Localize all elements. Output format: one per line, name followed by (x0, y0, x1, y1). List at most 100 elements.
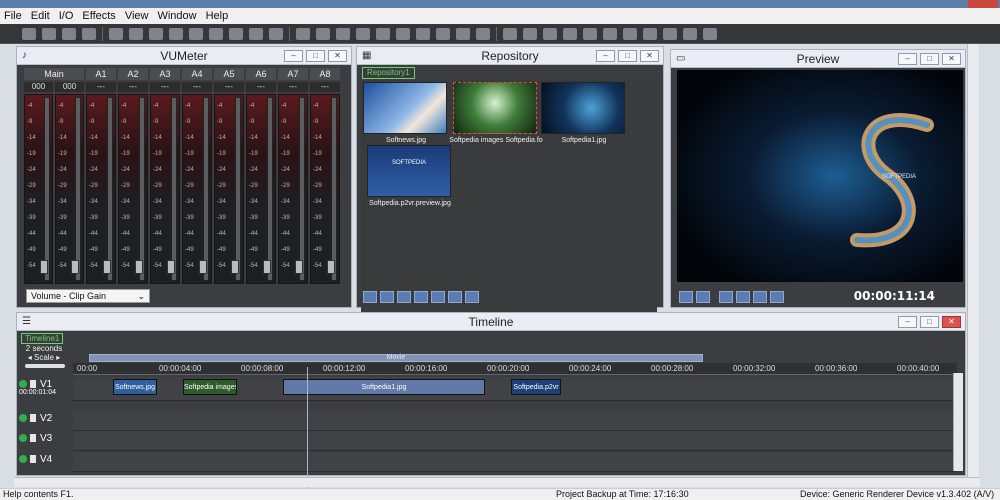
warning-icon[interactable] (683, 27, 697, 40)
record-icon[interactable] (663, 27, 677, 40)
volume-fader[interactable] (295, 97, 305, 281)
grid-icon[interactable] (503, 27, 517, 40)
scale-control[interactable]: ◂ Scale ▸ (21, 353, 67, 363)
transition-icon[interactable] (623, 27, 637, 40)
workspace-vertical-scrollbar[interactable] (967, 44, 979, 478)
import-folder-icon[interactable] (380, 291, 394, 303)
fader-knob[interactable] (263, 260, 271, 274)
volume-fader[interactable] (103, 97, 113, 281)
track-row-v2[interactable] (73, 411, 957, 431)
minimize-button[interactable]: – (898, 316, 917, 328)
fader-knob[interactable] (40, 260, 48, 274)
power-icon[interactable] (19, 455, 27, 464)
mark-out-icon[interactable] (376, 27, 390, 40)
track-row-v1[interactable]: Softnews.jpg Softpedia images Softpedia1… (73, 377, 957, 401)
play-icon[interactable] (414, 291, 428, 303)
volume-fader[interactable] (167, 97, 177, 281)
fx-icon[interactable] (603, 27, 617, 40)
maximize-button[interactable]: □ (920, 53, 939, 65)
trim-icon[interactable] (229, 27, 243, 40)
text-icon[interactable] (448, 291, 462, 303)
fader-knob[interactable] (327, 260, 335, 274)
redo-icon[interactable] (189, 27, 203, 40)
maximize-button[interactable]: □ (306, 50, 325, 62)
play-icon[interactable] (696, 291, 710, 303)
export-icon[interactable] (456, 27, 470, 40)
overwrite-icon[interactable] (336, 27, 350, 40)
timeline-vertical-scrollbar[interactable] (953, 373, 963, 471)
zoom-slider[interactable] (25, 364, 65, 368)
cut-icon[interactable] (109, 27, 123, 40)
timeline-clip[interactable]: Softpedia images (183, 379, 237, 395)
minimize-button[interactable]: – (284, 50, 303, 62)
chevron-left-icon[interactable]: ◂ (28, 353, 32, 362)
copy-icon[interactable] (129, 27, 143, 40)
undo-icon[interactable] (169, 27, 183, 40)
repository-item[interactable]: Softnews.jpg (363, 82, 447, 144)
minimize-button[interactable]: – (596, 50, 615, 62)
power-icon[interactable] (19, 380, 27, 389)
power-icon[interactable] (19, 434, 27, 443)
bars-icon[interactable] (465, 291, 479, 303)
lock-icon[interactable] (30, 414, 36, 423)
link-icon[interactable] (396, 27, 410, 40)
search-icon[interactable] (476, 27, 490, 40)
render-icon[interactable] (583, 27, 597, 40)
new-icon[interactable] (22, 27, 36, 40)
movie-bar[interactable]: Movie (89, 354, 703, 362)
volume-fader[interactable] (40, 97, 50, 281)
menu-window[interactable]: Window (157, 10, 196, 22)
film-icon[interactable] (436, 27, 450, 40)
close-button[interactable]: ✕ (328, 50, 347, 62)
step-forward-icon[interactable] (753, 291, 767, 303)
open-icon[interactable] (42, 27, 56, 40)
marker-icon[interactable] (703, 27, 717, 40)
fader-knob[interactable] (231, 260, 239, 274)
settings-icon[interactable] (82, 27, 96, 40)
sort-icon[interactable] (563, 27, 577, 40)
save-icon[interactable] (62, 27, 76, 40)
timeline-clip[interactable]: Softnews.jpg (113, 379, 157, 395)
track-row-v3[interactable] (73, 431, 957, 451)
insert-icon[interactable] (316, 27, 330, 40)
clip-gain-select[interactable]: Volume - Clip Gain ⌄ (26, 289, 150, 303)
track-row-v4[interactable] (73, 452, 957, 472)
move-icon[interactable] (249, 27, 263, 40)
down-icon[interactable] (269, 27, 283, 40)
menu-io[interactable]: I/O (59, 10, 74, 22)
import-icon[interactable] (363, 291, 377, 303)
capture-icon[interactable] (397, 291, 411, 303)
fader-knob[interactable] (167, 260, 175, 274)
menu-help[interactable]: Help (206, 10, 229, 22)
power-icon[interactable] (19, 414, 27, 423)
lock-icon[interactable] (30, 380, 36, 389)
close-button[interactable]: ✕ (640, 50, 659, 62)
step-back-icon[interactable] (736, 291, 750, 303)
maximize-button[interactable]: □ (618, 50, 637, 62)
track-icon[interactable] (296, 27, 310, 40)
fader-knob[interactable] (135, 260, 143, 274)
fader-knob[interactable] (199, 260, 207, 274)
go-end-icon[interactable] (770, 291, 784, 303)
menu-file[interactable]: File (4, 10, 22, 22)
loop-icon[interactable] (679, 291, 693, 303)
monitor-icon[interactable] (416, 27, 430, 40)
close-button[interactable]: ✕ (942, 53, 961, 65)
paste-icon[interactable] (149, 27, 163, 40)
repository-tab[interactable]: Repository1 (362, 67, 415, 79)
fader-knob[interactable] (103, 260, 111, 274)
lock-icon[interactable] (30, 434, 36, 443)
playhead[interactable] (307, 367, 308, 489)
timeline-clip[interactable]: Softpedia1.jpg (283, 379, 485, 395)
mark-in-icon[interactable] (356, 27, 370, 40)
maximize-button[interactable]: □ (920, 316, 939, 328)
repository-item[interactable]: Softpedia1.jpg (541, 82, 625, 144)
close-window-button[interactable] (968, 0, 998, 8)
tiles-icon[interactable] (543, 27, 557, 40)
volume-fader[interactable] (135, 97, 145, 281)
lock-icon[interactable] (30, 455, 36, 464)
repository-item[interactable]: Softpedia images Softpedia.fo (449, 82, 543, 144)
volume-fader[interactable] (231, 97, 241, 281)
go-start-icon[interactable] (719, 291, 733, 303)
fader-knob[interactable] (71, 260, 79, 274)
